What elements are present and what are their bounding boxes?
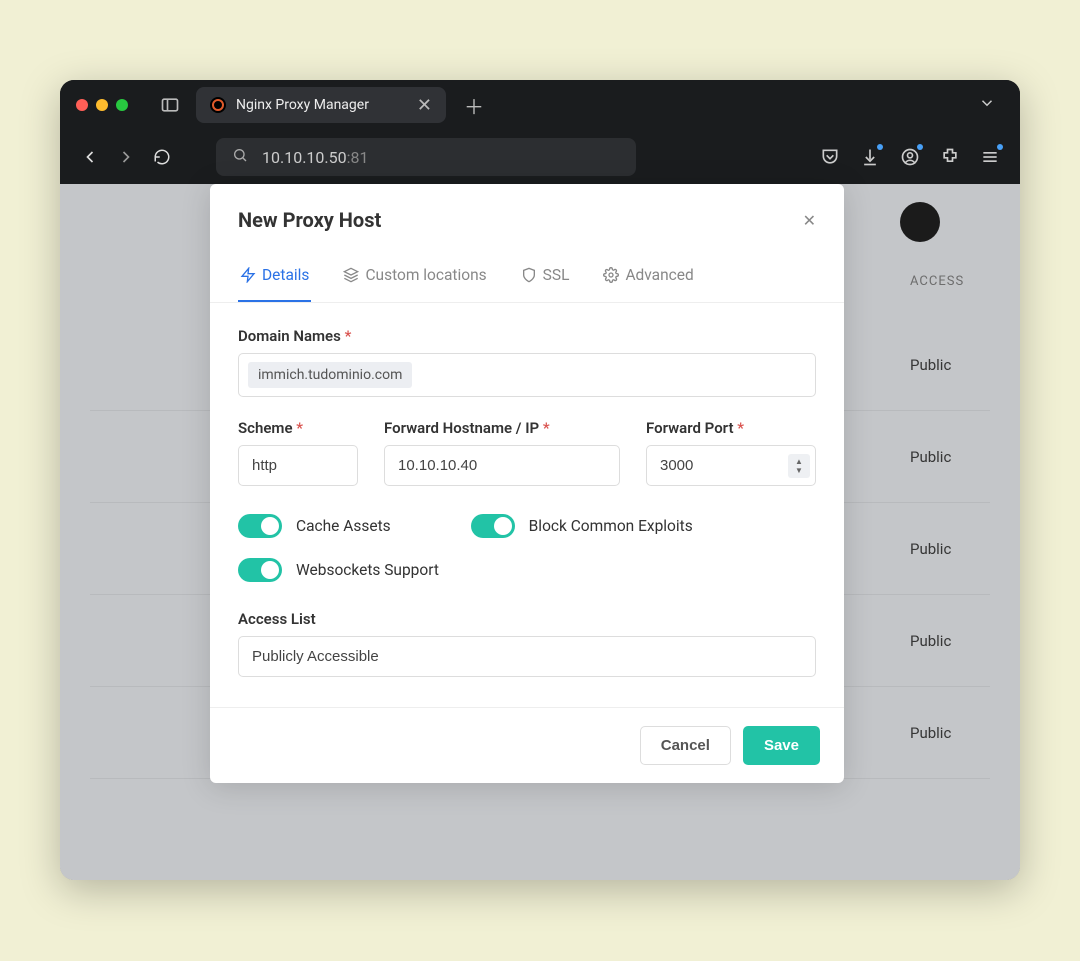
port-stepper[interactable] [788, 454, 810, 478]
search-icon [232, 147, 248, 167]
account-icon[interactable] [900, 147, 920, 167]
tab-details-label: Details [262, 266, 309, 284]
back-button[interactable] [80, 147, 100, 167]
reload-button[interactable] [152, 147, 172, 167]
close-window-button[interactable] [76, 99, 88, 111]
pocket-icon[interactable] [820, 147, 840, 167]
save-button[interactable]: Save [743, 726, 820, 765]
minimize-window-button[interactable] [96, 99, 108, 111]
forward-host-input[interactable] [384, 445, 620, 486]
block-exploits-label: Block Common Exploits [529, 517, 693, 535]
tab-advanced[interactable]: Advanced [601, 250, 695, 302]
cancel-button[interactable]: Cancel [640, 726, 731, 765]
modal-title: New Proxy Host [238, 208, 381, 232]
traffic-lights [76, 99, 128, 111]
label-domain-names: Domain Names * [238, 327, 816, 345]
block-exploits-toggle[interactable] [471, 514, 515, 538]
label-scheme: Scheme * [238, 419, 358, 437]
modal-tabs: Details Custom locations SSL Advanced [210, 250, 844, 303]
url-bar[interactable]: 10.10.10.50:81 [216, 138, 636, 176]
tabs-overflow-button[interactable] [978, 94, 1004, 116]
zap-icon [240, 267, 256, 283]
tab-custom-label: Custom locations [365, 266, 486, 284]
tab-ssl-label: SSL [543, 266, 570, 284]
new-tab-button[interactable]: ＋ [464, 91, 484, 120]
avatar [900, 202, 940, 242]
browser-tab[interactable]: Nginx Proxy Manager ✕ [196, 87, 446, 123]
downloads-icon[interactable] [860, 147, 880, 167]
domain-names-input[interactable]: immich.tudominio.com [238, 353, 816, 397]
url-text: 10.10.10.50:81 [262, 148, 368, 167]
cache-assets-label: Cache Assets [296, 517, 391, 535]
extensions-icon[interactable] [940, 147, 960, 167]
bg-col-access: ACCESS [910, 274, 970, 289]
url-port: :81 [347, 148, 369, 167]
layers-icon [343, 267, 359, 283]
gear-icon [603, 267, 619, 283]
tab-ssl[interactable]: SSL [519, 250, 572, 302]
label-forward-host: Forward Hostname / IP * [384, 419, 620, 437]
label-forward-port: Forward Port * [646, 419, 816, 437]
browser-window: Nginx Proxy Manager ✕ ＋ 10.10.10.50:81 [60, 80, 1020, 880]
toolbar-right [820, 147, 1000, 167]
shield-icon [521, 267, 537, 283]
scheme-select[interactable] [238, 445, 358, 486]
websockets-toggle[interactable] [238, 558, 282, 582]
sidebar-toggle-icon[interactable] [156, 91, 184, 119]
modal-close-button[interactable]: ✕ [803, 211, 816, 230]
browser-toolbar: 10.10.10.50:81 [60, 130, 1020, 184]
tab-close-button[interactable]: ✕ [417, 95, 432, 116]
tab-title: Nginx Proxy Manager [236, 97, 369, 113]
titlebar: Nginx Proxy Manager ✕ ＋ [60, 80, 1020, 130]
websockets-label: Websockets Support [296, 561, 439, 579]
menu-icon[interactable] [980, 147, 1000, 167]
page-content: L ACCESS t'sncryptPublic t'sncryptPublic… [60, 184, 1020, 880]
cache-assets-toggle[interactable] [238, 514, 282, 538]
tab-favicon-icon [210, 97, 226, 113]
maximize-window-button[interactable] [116, 99, 128, 111]
label-access-list: Access List [238, 610, 816, 628]
new-proxy-host-modal: New Proxy Host ✕ Details Custom location… [210, 184, 844, 783]
tab-advanced-label: Advanced [625, 266, 693, 284]
forward-button[interactable] [116, 147, 136, 167]
tab-custom-locations[interactable]: Custom locations [341, 250, 488, 302]
url-host: 10.10.10.50 [262, 148, 347, 167]
tab-details[interactable]: Details [238, 250, 311, 302]
access-list-select[interactable] [238, 636, 816, 677]
domain-chip[interactable]: immich.tudominio.com [248, 362, 412, 388]
